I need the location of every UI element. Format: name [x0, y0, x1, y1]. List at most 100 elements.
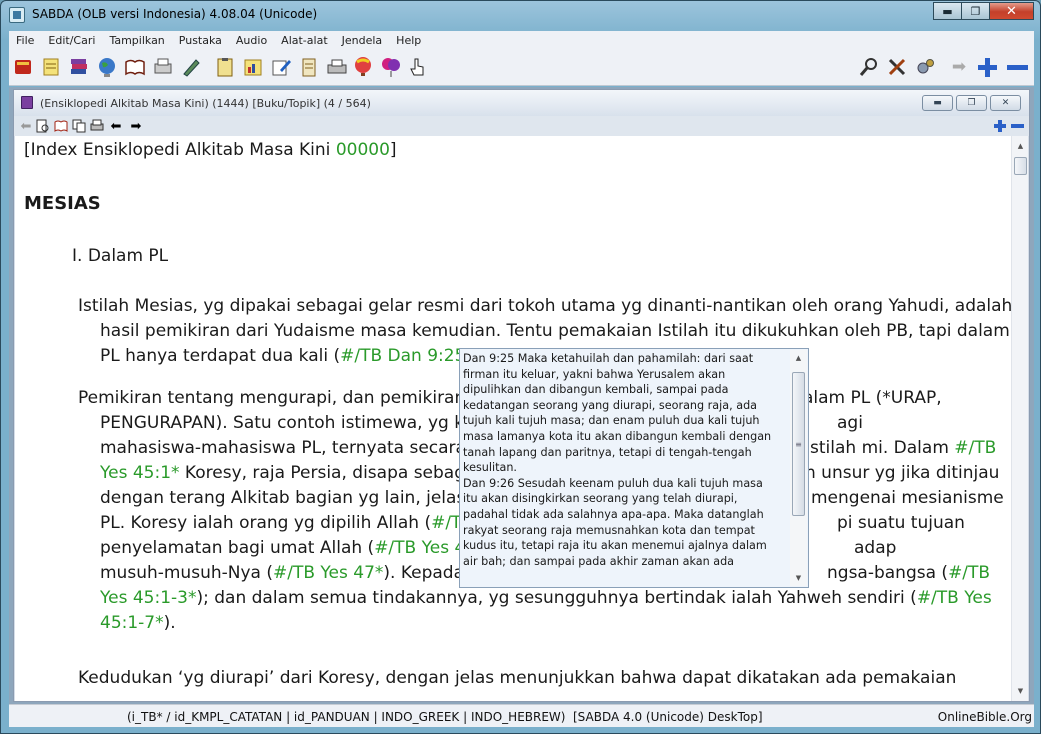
title-bar[interactable]: SABDA (OLB versi Indonesia) 4.08.04 (Uni…: [1, 1, 1040, 31]
menu-bar: File Edit/Cari Tampilkan Pustaka Audio A…: [9, 31, 1034, 50]
child-window-title: (Ensiklopedi Alkitab Masa Kini) (1444) […: [40, 97, 371, 110]
status-bar: (i_TB* / id_KMPL_CATATAN | id_PANDUAN | …: [9, 704, 1034, 727]
popup-line: tanah lapang dan paritnya, tetapi di ten…: [463, 445, 752, 459]
child-close-button[interactable]: ✕: [990, 95, 1021, 111]
verse-link[interactable]: Yes 45:1-3*: [100, 588, 196, 608]
app-icon[interactable]: [9, 7, 25, 23]
popup-line: dipulihkan dan dibangun kembali, sampai …: [463, 383, 729, 397]
paragraph-line: PENGURAPAN). Satu contoh istimewa, yg ka…: [100, 413, 863, 433]
menu-file[interactable]: File: [9, 34, 41, 47]
menu-alat-alat[interactable]: Alat-alat: [274, 34, 334, 47]
menu-jendela[interactable]: Jendela: [335, 34, 390, 47]
paragraph-line: musuh-musuh-Nya (#/TB Yes 47*). Kepada ng…: [100, 563, 991, 583]
books-icon[interactable]: [67, 55, 91, 79]
popup-scroll-thumb[interactable]: ≡: [792, 372, 805, 516]
open-book-icon[interactable]: [123, 55, 147, 79]
verse-link[interactable]: #/TB: [948, 563, 990, 583]
arrow-right-icon[interactable]: ➡: [947, 55, 971, 79]
pen-icon[interactable]: [179, 55, 203, 79]
child-title-bar[interactable]: (Ensiklopedi Alkitab Masa Kini) (1444) […: [14, 90, 1029, 116]
popup-line: masa lamanya kota itu akan dibangun kemb…: [463, 429, 772, 443]
print-icon[interactable]: [89, 118, 105, 134]
popup-line: kedatangan seorang yang diurapi, seorang…: [463, 398, 758, 412]
hand-pointer-icon[interactable]: [405, 55, 429, 79]
verse-tooltip-popup: Dan 9:25 Maka ketahuilah dan pahamilah: …: [459, 348, 809, 588]
menu-audio[interactable]: Audio: [229, 34, 274, 47]
paragraph-line: Istilah Mesias, yg dipakai sebagai gelar…: [78, 296, 1013, 316]
menu-pustaka[interactable]: Pustaka: [172, 34, 229, 47]
back-arrow-icon[interactable]: ⬅: [108, 118, 124, 134]
paragraph-line: Pemikiran tentang mengurapi, dan pemikir…: [78, 388, 942, 408]
balloon-icon[interactable]: [351, 55, 375, 79]
paragraph-line: 45:1-7*).: [100, 613, 176, 633]
paragraph-line: Yes 45:1* Koresy, raja Persia, disapa se…: [100, 463, 1000, 483]
gears-icon[interactable]: [913, 55, 937, 79]
balloons-icon[interactable]: [379, 55, 403, 79]
article-heading: MESIAS: [24, 193, 101, 214]
popup-scroll-up-icon[interactable]: ▲: [792, 352, 805, 364]
content-scrollbar[interactable]: ▲ ▼: [1011, 136, 1028, 701]
verse-link[interactable]: Yes 45:1*: [100, 463, 180, 483]
paragraph-line: hasil pemikiran dari Yudaisme masa kemud…: [100, 321, 1010, 341]
popup-line: rakyat seorang raja memusnahkan kota dan…: [463, 523, 755, 537]
copy-icon[interactable]: [71, 118, 87, 134]
search-tools-icon[interactable]: [857, 55, 881, 79]
edit-icon[interactable]: [269, 55, 293, 79]
popup-line: firman itu keluar, yakni bahwa Yerusalem…: [463, 367, 726, 381]
verse-link[interactable]: #/TB Yes 47*: [273, 563, 383, 583]
open-book-small-icon[interactable]: [53, 118, 69, 134]
back-gray-icon[interactable]: ⬅: [18, 118, 34, 134]
paragraph-line: PL hanya terdapat dua kali (#/TB Dan 9:2…: [100, 346, 502, 366]
forward-arrow-icon[interactable]: ➡: [128, 118, 144, 134]
window-title: SABDA (OLB versi Indonesia) 4.08.04 (Uni…: [32, 7, 318, 21]
verse-link[interactable]: #/TB: [954, 438, 996, 458]
menu-tampilkan[interactable]: Tampilkan: [102, 34, 171, 47]
paragraph-line: mahasiswa-mahasiswa PL, ternyata secara …: [100, 438, 997, 458]
app-window: SABDA (OLB versi Indonesia) 4.08.04 (Uni…: [0, 0, 1041, 734]
popup-line: Dan 9:26 Sesudah keenam puluh dua kali t…: [463, 476, 763, 490]
bible-icon[interactable]: [11, 55, 35, 79]
index-code-link[interactable]: 00000: [336, 140, 390, 160]
main-toolbar: ➡: [9, 50, 1034, 86]
popup-line: air bah; dan sampai pada akhir zaman aka…: [463, 554, 735, 568]
close-button[interactable]: ✕: [989, 2, 1034, 20]
popup-line: tujuh kali tujuh masa; dan enam puluh du…: [463, 414, 760, 428]
popup-scrollbar[interactable]: ▲ ≡ ▼: [790, 350, 807, 586]
scroll-thumb[interactable]: [1014, 157, 1027, 175]
popup-scroll-down-icon[interactable]: ▼: [792, 572, 805, 584]
book-icon: [21, 96, 33, 109]
chart-icon[interactable]: [241, 55, 265, 79]
menu-help[interactable]: Help: [389, 34, 428, 47]
child-toolbar: ⬅ ⬅ ➡: [14, 116, 1029, 136]
notes-icon[interactable]: [39, 55, 63, 79]
popup-line: padahal tidak ada salahnya apa-apa. Maka…: [463, 507, 764, 521]
scroll-up-icon[interactable]: ▲: [1014, 139, 1027, 153]
scroll-icon[interactable]: [297, 55, 321, 79]
index-line: [Index Ensiklopedi Alkitab Masa Kini 000…: [24, 140, 397, 160]
printer-icon[interactable]: [325, 55, 349, 79]
popup-line: itu akan disingkirkan seorang yang telah…: [463, 492, 738, 506]
status-site: OnlineBible.Org: [937, 710, 1032, 724]
maximize-button[interactable]: ❐: [961, 2, 990, 20]
font-decrease-icon[interactable]: [1009, 118, 1025, 134]
paragraph-line: penyelamatan bagi umat Allah (#/TB Yes 4…: [100, 538, 897, 558]
child-minimize-button[interactable]: ▬: [922, 95, 953, 111]
popup-line: Dan 9:25 Maka ketahuilah dan pahamilah: …: [463, 352, 754, 365]
globe-icon[interactable]: [95, 55, 119, 79]
verse-link[interactable]: 45:1-7*: [100, 613, 164, 633]
section-heading: I. Dalam PL: [72, 246, 169, 266]
print-preview-icon[interactable]: [151, 55, 175, 79]
verse-link[interactable]: #/TB Yes: [917, 588, 992, 608]
clipboard-icon[interactable]: [213, 55, 237, 79]
scroll-down-icon[interactable]: ▼: [1014, 684, 1027, 698]
zoom-in-icon[interactable]: [975, 55, 999, 79]
search-page-icon[interactable]: [35, 118, 51, 134]
status-product: [SABDA 4.0 (Unicode) DeskTop]: [573, 710, 763, 724]
minimize-button[interactable]: ▬: [933, 2, 962, 20]
zoom-out-icon[interactable]: [1005, 55, 1029, 79]
tools-icon[interactable]: [885, 55, 909, 79]
paragraph-line: Kedudukan ‘yg diurapi’ dari Koresy, deng…: [78, 668, 957, 688]
font-increase-icon[interactable]: [992, 118, 1008, 134]
menu-edit-cari[interactable]: Edit/Cari: [41, 34, 102, 47]
child-maximize-button[interactable]: ❐: [956, 95, 987, 111]
